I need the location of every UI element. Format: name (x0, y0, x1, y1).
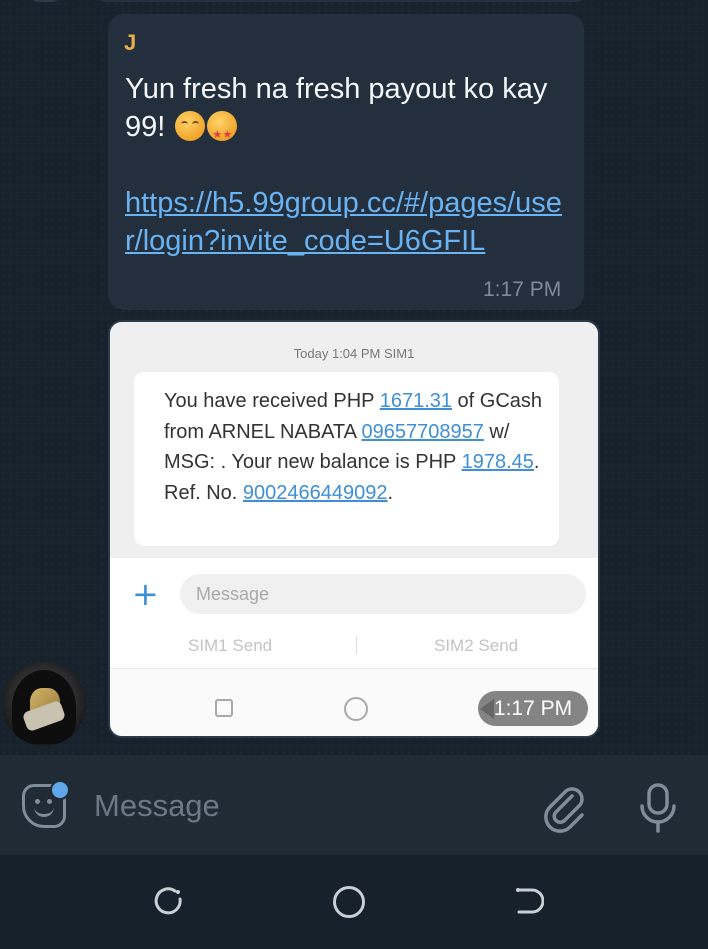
sms-amount-link: 1671.31 (379, 390, 452, 412)
sms-ref-link: 9002466449092 (242, 481, 388, 504)
sms-text: You have received PHP 1671.31 of GCash f… (164, 386, 554, 508)
sms-compose-area: + Message SIM1 Send SIM2 Send (110, 558, 598, 668)
sms-phone-link: 09657708957 (361, 420, 484, 443)
sim2-send-label: SIM2 Send (434, 636, 519, 655)
home-icon (344, 697, 368, 721)
sim-divider (356, 636, 357, 654)
image-time: 1:17 PM (478, 691, 588, 726)
recent-apps-icon[interactable] (153, 886, 183, 916)
message-bubble[interactable] (108, 14, 584, 310)
invite-link[interactable]: https://h5.99group.cc/#/pages/user/login… (125, 184, 575, 260)
message-text: Yun fresh na fresh payout ko kay 99! (125, 70, 575, 154)
recent-apps-icon (215, 699, 233, 717)
home-icon[interactable] (333, 886, 365, 918)
sender-name[interactable]: J (124, 30, 136, 56)
star-struck-icon (207, 111, 238, 154)
plus-icon: + (132, 575, 159, 613)
sms-balance-link: 1978.45 (461, 451, 534, 473)
sms-text-part: You have received PHP (164, 390, 380, 412)
notification-dot (50, 780, 70, 800)
sticker-eye (47, 799, 52, 804)
smiling-face-icon (175, 111, 206, 141)
previous-avatar-fragment (30, 0, 60, 2)
avatar[interactable] (2, 662, 86, 746)
message-time: 1:17 PM (483, 278, 562, 301)
sms-bubble: You have received PHP 1671.31 of GCash f… (134, 372, 559, 546)
microphone-icon[interactable] (636, 782, 680, 834)
previous-message-fragment (96, 0, 586, 2)
message-input[interactable]: Message (94, 788, 220, 824)
sms-timestamp: Today 1:04 PM SIM1 (293, 346, 415, 361)
sticker-mouth (34, 807, 54, 817)
sms-text-part: . (387, 481, 394, 504)
sms-thread: Today 1:04 PM SIM1 You have received PHP… (110, 322, 598, 558)
sticker-eye (35, 799, 40, 804)
image-message[interactable]: Today 1:04 PM SIM1 You have received PHP… (108, 320, 600, 738)
attachment-icon[interactable] (540, 784, 590, 834)
sim1-send-label: SIM1 Send (188, 636, 273, 655)
sms-message-field: Message (180, 574, 586, 614)
back-icon[interactable] (514, 886, 544, 916)
